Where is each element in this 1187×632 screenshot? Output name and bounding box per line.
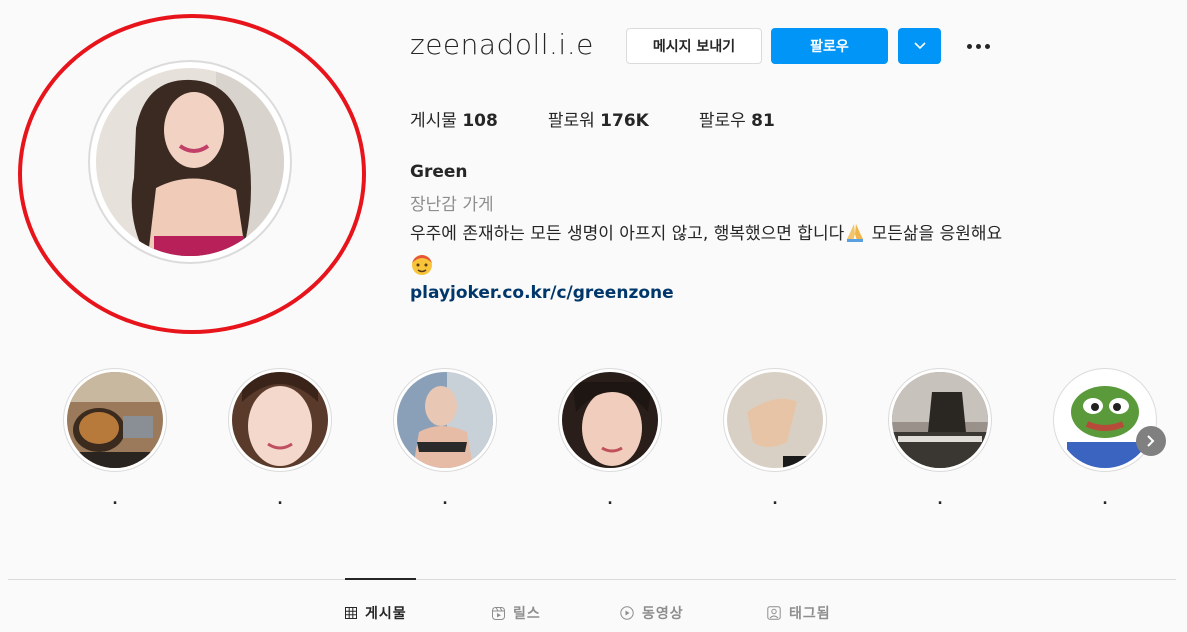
tab-reels[interactable]: 릴스	[492, 602, 541, 624]
tab-videos[interactable]: 동영상	[620, 602, 684, 624]
highlight-thumbnail	[727, 372, 823, 468]
grid-icon	[345, 607, 357, 619]
highlight-thumbnail	[397, 372, 493, 468]
message-button[interactable]: 메시지 보내기	[626, 28, 762, 64]
bio-line-end: 모든삶을 응원해요	[866, 224, 1003, 244]
face-emoji-icon	[410, 253, 434, 287]
highlight-label: .	[112, 492, 118, 508]
highlight-label: .	[937, 492, 943, 508]
praying-hands-icon	[844, 221, 866, 253]
bio-text: 우주에 존재하는 모든 생명이 아프지 않고, 행복했으면 합니다 모든삶을 응…	[410, 219, 1170, 287]
tagged-icon	[767, 606, 781, 620]
highlight-item[interactable]: .	[63, 368, 167, 516]
active-tab-indicator	[345, 578, 416, 580]
more-options-icon[interactable]	[962, 32, 994, 60]
highlight-label: .	[607, 492, 613, 508]
stat-value: 81	[751, 111, 775, 131]
follow-button[interactable]: 팔로우	[771, 28, 888, 64]
tab-label: 릴스	[513, 606, 541, 622]
username: zeenadoll.i.e	[410, 28, 594, 61]
highlight-thumbnail	[562, 372, 658, 468]
stat-followers[interactable]: 팔로워 176K	[548, 106, 649, 131]
bio-line: 우주에 존재하는 모든 생명이 아프지 않고, 행복했으면 합니다	[410, 224, 845, 244]
highlight-thumbnail	[67, 372, 163, 468]
highlight-thumbnail	[232, 372, 328, 468]
highlight-label: .	[277, 492, 283, 508]
chevron-down-icon	[913, 42, 926, 50]
next-arrow-icon[interactable]	[1136, 426, 1166, 456]
profile-stats: 게시물 108 팔로워 176K 팔로우 81	[410, 106, 825, 131]
highlight-thumbnail	[892, 372, 988, 468]
stat-label: 팔로우	[698, 111, 746, 131]
highlight-item[interactable]: .	[393, 368, 497, 516]
stat-following[interactable]: 팔로우 81	[699, 106, 775, 131]
stat-value: 108	[462, 111, 498, 131]
tabs-divider	[8, 579, 1176, 580]
highlight-label: .	[772, 492, 778, 508]
stat-label: 게시물	[410, 111, 457, 131]
tab-tagged[interactable]: 태그됨	[767, 602, 831, 624]
stat-value: 176K	[600, 111, 649, 131]
highlight-label: .	[442, 492, 448, 508]
highlight-item[interactable]: .	[228, 368, 332, 516]
tab-posts[interactable]: 게시물	[345, 602, 407, 624]
play-icon	[620, 606, 634, 620]
tab-label: 게시물	[365, 606, 407, 622]
highlight-thumbnail	[1057, 372, 1153, 468]
stat-posts: 게시물 108	[410, 106, 498, 131]
full-name: Green	[410, 162, 468, 182]
profile-link[interactable]: playjoker.co.kr/c/greenzone	[410, 283, 674, 303]
highlight-label: .	[1102, 492, 1108, 508]
suggested-dropdown-button[interactable]	[898, 28, 941, 64]
profile-category: 장난감 가게	[410, 195, 494, 215]
reels-icon	[492, 606, 505, 620]
highlight-item[interactable]: .	[558, 368, 662, 516]
highlight-item[interactable]: .	[888, 368, 992, 516]
highlight-item[interactable]: .	[723, 368, 827, 516]
tab-label: 태그됨	[789, 606, 831, 622]
avatar[interactable]	[96, 68, 284, 256]
tab-label: 동영상	[642, 606, 684, 622]
stat-label: 팔로워	[547, 111, 595, 131]
